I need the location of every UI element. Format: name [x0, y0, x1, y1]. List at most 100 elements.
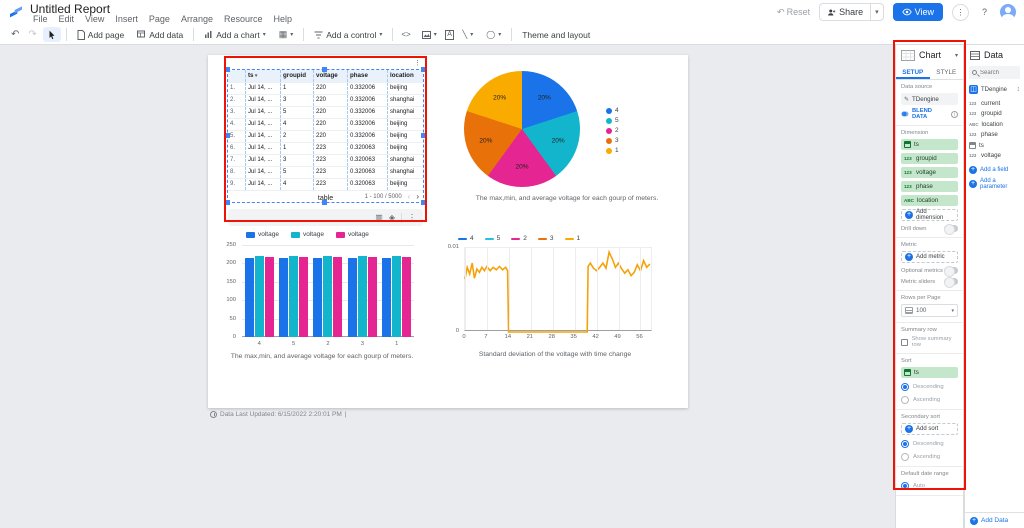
tab-style[interactable]: STYLE	[930, 65, 964, 79]
bar[interactable]	[333, 256, 343, 337]
add-data-button[interactable]: Add data	[132, 30, 188, 40]
avatar[interactable]	[1000, 4, 1016, 20]
resize-handle[interactable]	[225, 133, 230, 139]
chevron-down-icon[interactable]: ▾	[955, 52, 958, 59]
bar[interactable]	[382, 257, 392, 337]
resize-handle[interactable]	[421, 67, 426, 72]
bar[interactable]	[254, 256, 264, 337]
bar[interactable]	[279, 257, 289, 337]
shape-tool-button[interactable]: ◯ ▾	[481, 30, 506, 39]
metric-sliders-toggle[interactable]	[944, 277, 958, 288]
chart-menu-icon[interactable]: ⋮	[414, 59, 421, 67]
menu-help[interactable]: Help	[269, 14, 298, 24]
column-header-location[interactable]: location	[388, 70, 423, 82]
dimension-chip-voltage[interactable]: 123 voltage	[901, 167, 958, 178]
bar[interactable]	[299, 256, 309, 337]
secondary-sort-option-descending[interactable]: Descending	[901, 440, 958, 448]
legend-item[interactable]: 1	[606, 147, 619, 154]
rows-per-page-select[interactable]: 100 ▾	[901, 304, 958, 317]
reset-button[interactable]: ↶ Reset	[777, 7, 810, 18]
legend-item[interactable]: 2	[511, 235, 527, 242]
report-canvas[interactable]: ⋮ ts ▾ groupid voltage phase location 1. Jul 1…	[208, 55, 688, 408]
radio-unselected-icon[interactable]	[901, 453, 909, 461]
add-metric-button[interactable]: + Add metric	[901, 251, 958, 263]
radio-selected-icon[interactable]	[901, 482, 909, 490]
redo-button[interactable]: ↷	[25, 29, 39, 40]
bar[interactable]	[264, 256, 274, 337]
pie-chart[interactable]: 20% 20% 20% 20% 20% 4 5 2 3 1 The max,min, and a…	[454, 65, 680, 210]
connector-row[interactable]: ◫ TDengine ↕	[965, 83, 1024, 96]
text-tool-button[interactable]: A	[444, 29, 455, 40]
radio-selected-icon[interactable]	[901, 383, 909, 391]
community-viz-button[interactable]: ▦ ▾	[274, 29, 299, 40]
legend-item[interactable]: 2	[606, 127, 619, 134]
bar[interactable]	[402, 256, 412, 337]
add-chart-button[interactable]: Add a chart ▾	[199, 30, 271, 40]
sort-option-descending[interactable]: Descending	[901, 383, 958, 391]
date-range-option-auto[interactable]: Auto	[901, 482, 958, 490]
legend-item[interactable]: 4	[458, 235, 474, 242]
legend-item[interactable]: voltage	[290, 231, 324, 238]
add-sort-button[interactable]: + Add sort	[901, 423, 958, 435]
bar[interactable]	[313, 257, 323, 337]
resize-handle[interactable]	[321, 200, 327, 205]
dimension-chip-location[interactable]: ABC location	[901, 195, 958, 206]
menu-insert[interactable]: Insert	[110, 14, 143, 24]
radio-unselected-icon[interactable]	[901, 396, 909, 404]
column-header-ts[interactable]: ts ▾	[246, 70, 281, 82]
bar[interactable]	[357, 256, 367, 337]
add-page-button[interactable]: Add page	[72, 29, 129, 40]
share-button[interactable]: Share ▾	[819, 3, 884, 21]
legend-item[interactable]: voltage	[246, 231, 279, 238]
undo-button[interactable]: ↶	[8, 29, 22, 40]
more-options-icon[interactable]: ⋮	[408, 213, 416, 222]
bar[interactable]	[289, 256, 299, 337]
select-tool[interactable]	[42, 27, 61, 42]
bar[interactable]	[367, 256, 377, 337]
dimension-chip-phase[interactable]: 123 phase	[901, 181, 958, 192]
legend-item[interactable]: 3	[606, 137, 619, 144]
menu-file[interactable]: File	[28, 14, 53, 24]
show-summary-row[interactable]: Show summary row	[901, 336, 958, 348]
bar[interactable]	[392, 256, 402, 337]
table-selection[interactable]: ts ▾ groupid voltage phase location 1. Jul 14,…	[225, 67, 426, 205]
theme-layout-button[interactable]: Theme and layout	[517, 30, 595, 40]
bar[interactable]	[244, 257, 254, 337]
data-field-ts[interactable]: ts	[969, 140, 1020, 151]
data-field-voltage[interactable]: 123 voltage	[969, 151, 1020, 162]
image-button[interactable]: ▾	[417, 30, 442, 39]
line-chart[interactable]: 4 5 2 3 1 0 0.01 0 7 14 21 28 35 42 49 56 Standard de…	[448, 235, 662, 363]
menu-arrange[interactable]: Arrange	[176, 14, 218, 24]
data-source-chip[interactable]: ✎ TDengine	[901, 93, 958, 105]
resize-handle[interactable]	[225, 67, 230, 72]
column-header-groupid[interactable]: groupid	[281, 70, 314, 82]
legend-item[interactable]: voltage	[335, 231, 369, 238]
bar-chart[interactable]: voltage voltage voltage 0 50 100 150 200 250 4 5…	[218, 231, 426, 365]
data-field-phase[interactable]: 123 phase	[969, 130, 1020, 141]
line-tool-button[interactable]: ╲ ▾	[457, 30, 478, 39]
summary-row-checkbox[interactable]	[901, 338, 908, 346]
legend-item[interactable]: 1	[564, 235, 580, 242]
resize-handle[interactable]	[421, 200, 426, 205]
legend-item[interactable]: 3	[537, 235, 554, 242]
menu-edit[interactable]: Edit	[54, 14, 80, 24]
legend-item[interactable]: 5	[606, 117, 619, 124]
data-field-location[interactable]: ABC location	[969, 119, 1020, 130]
add-parameter-button[interactable]: + Add a parameter	[969, 178, 1020, 190]
collapse-icon[interactable]: ↕	[1017, 86, 1021, 93]
data-field-current[interactable]: 123 current	[969, 98, 1020, 109]
help-icon[interactable]: ?	[978, 6, 991, 19]
radio-selected-icon[interactable]	[901, 440, 909, 448]
drill-down-toggle[interactable]	[944, 224, 958, 235]
search-input[interactable]	[980, 69, 1014, 76]
resize-handle[interactable]	[421, 133, 426, 139]
pencil-icon[interactable]: ✎	[904, 96, 909, 103]
sort-option-ascending[interactable]: Ascending	[901, 396, 958, 404]
resize-handle[interactable]	[321, 67, 327, 72]
search-box[interactable]	[969, 66, 1020, 79]
secondary-sort-option-ascending[interactable]: Ascending	[901, 453, 958, 461]
optional-metrics-toggle[interactable]	[944, 266, 958, 277]
embed-url-button[interactable]: <>	[398, 30, 413, 39]
insights-icon[interactable]: ◈	[389, 213, 395, 222]
blend-data-row[interactable]: BLEND DATA i	[901, 108, 958, 120]
